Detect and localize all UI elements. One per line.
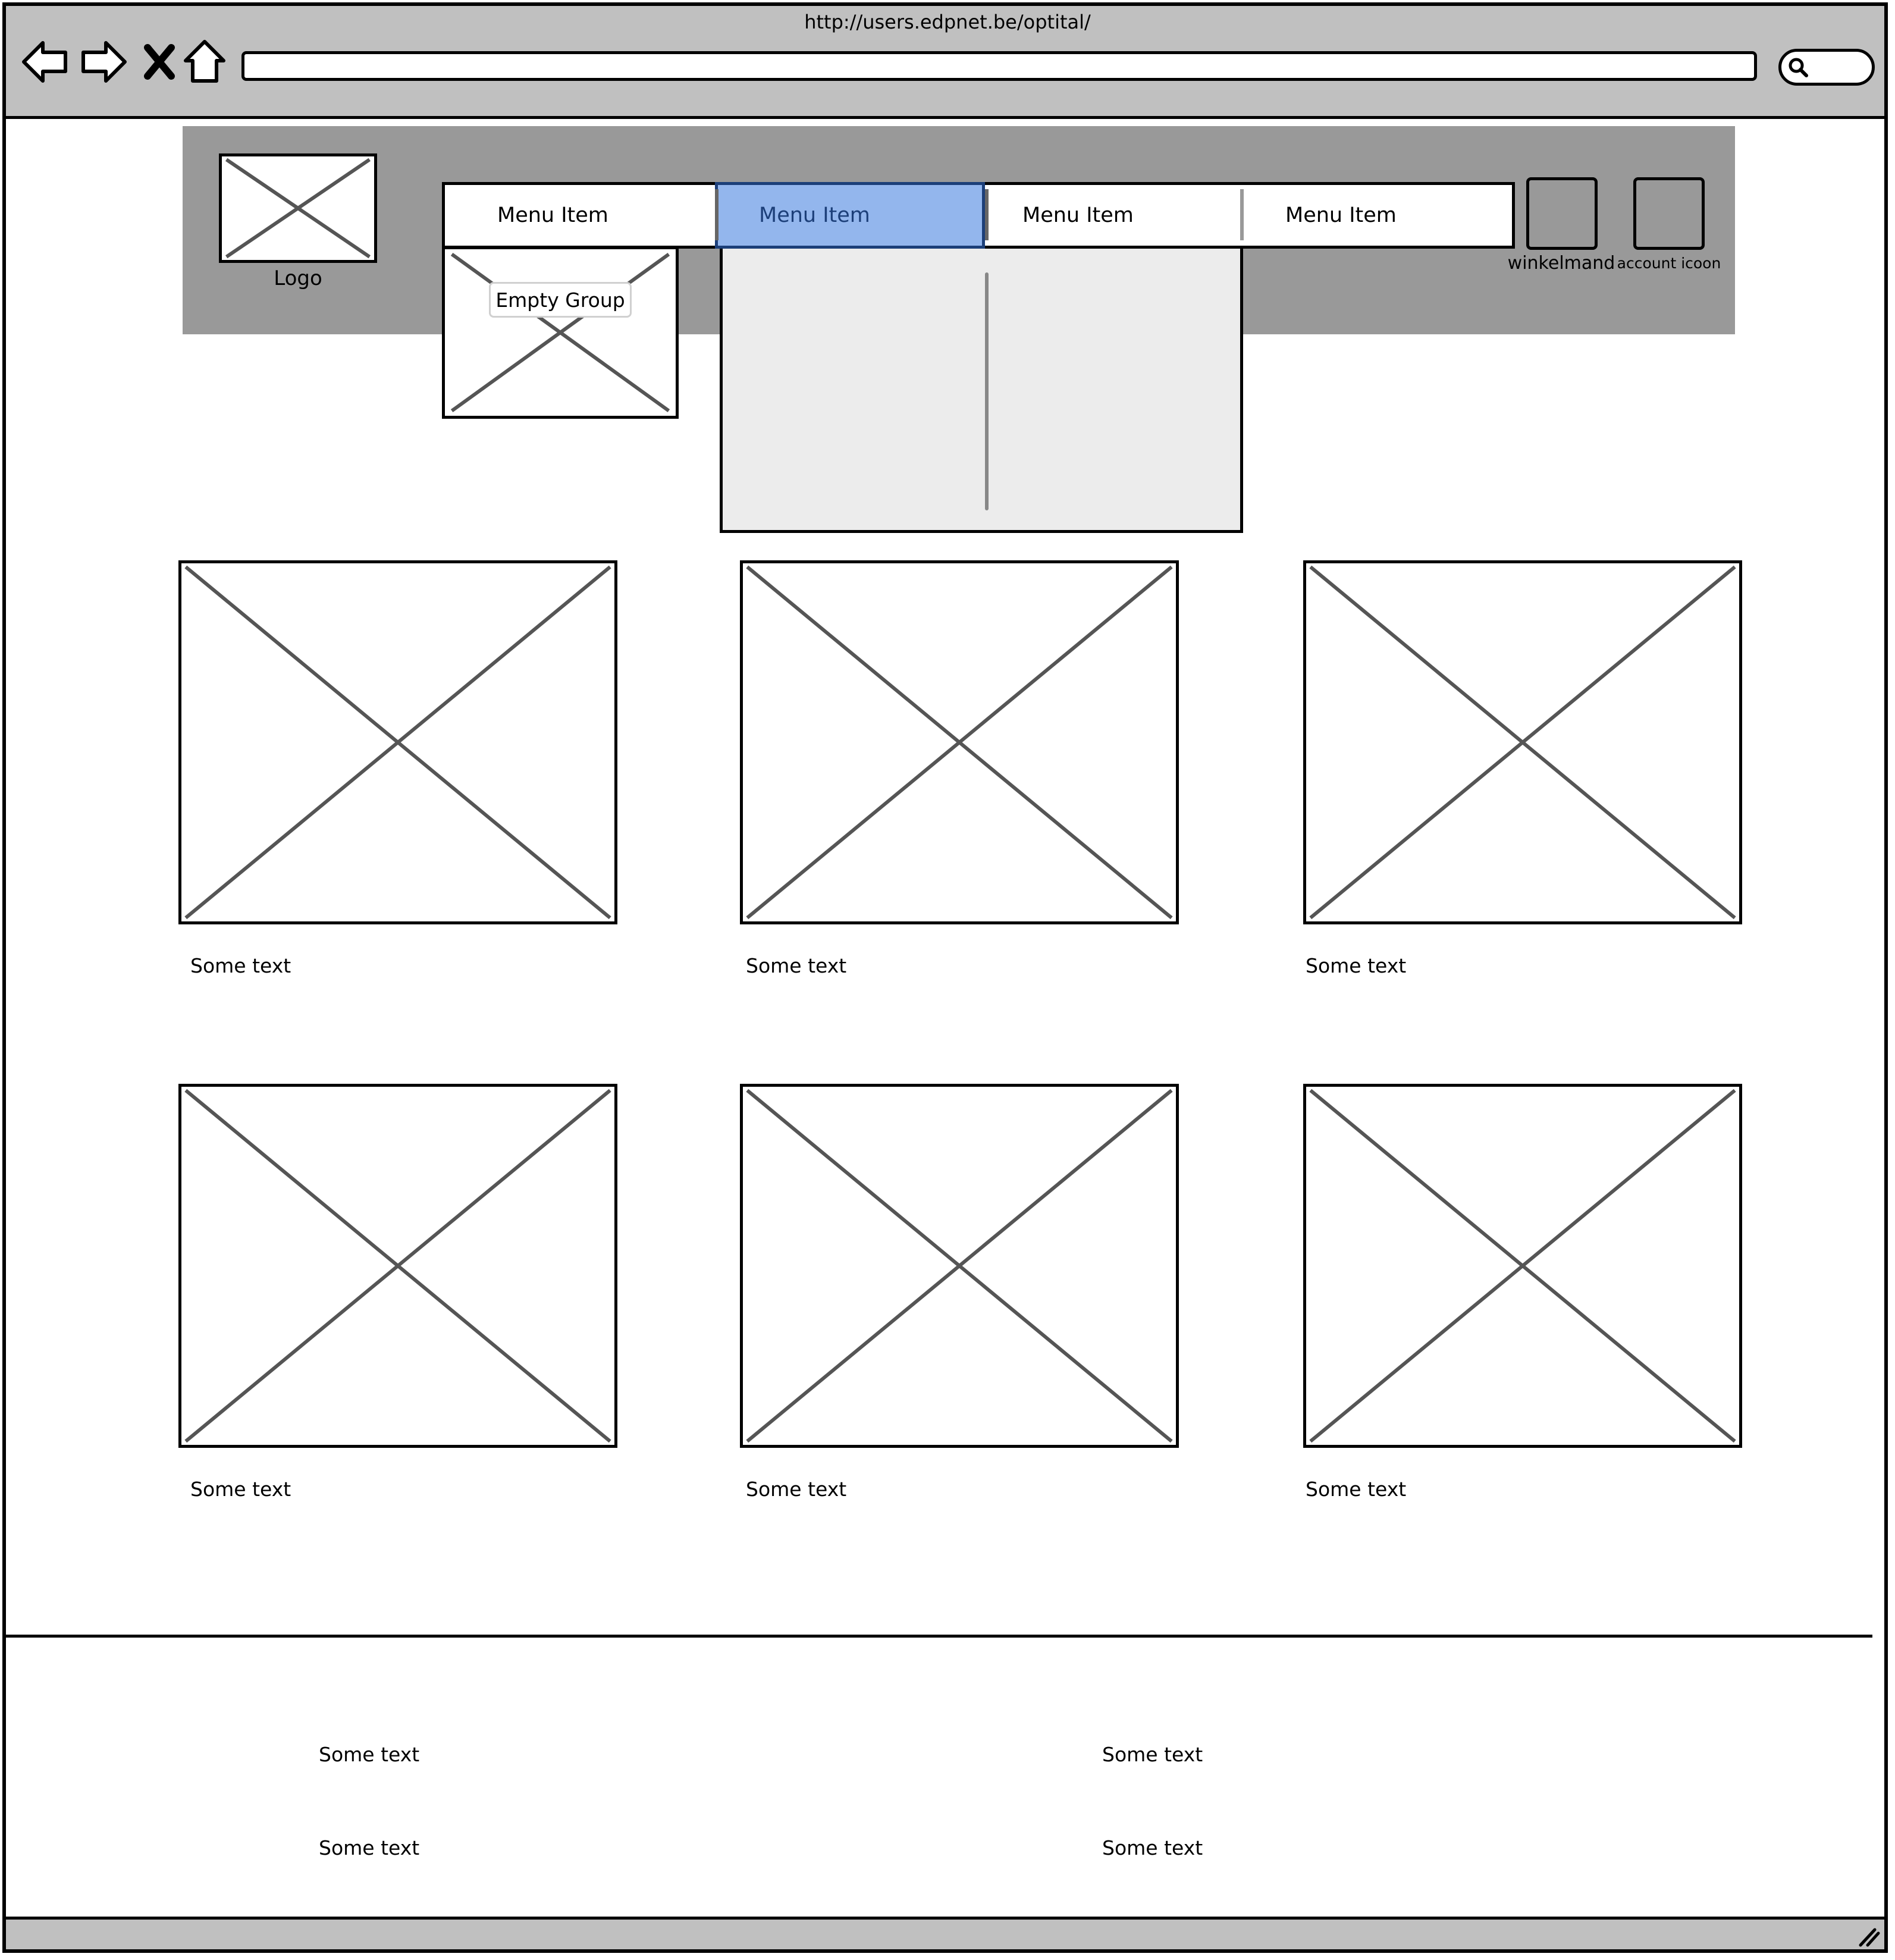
menu-item-3[interactable]: Menu Item: [1022, 185, 1134, 246]
page-url-title: http://users.edpnet.be/optital/: [804, 11, 1091, 33]
menu-dropdown-panel: [720, 249, 1243, 533]
dropdown-divider: [985, 272, 989, 510]
menu-separator: [715, 189, 719, 240]
menu-item-2[interactable]: Menu Item: [759, 185, 870, 246]
footer-text: Some text: [319, 1836, 420, 1859]
empty-group-label: Empty Group: [489, 282, 632, 318]
browser-status-bar: [2, 1917, 1888, 1953]
menu-separator: [985, 189, 989, 240]
home-icon[interactable]: [180, 37, 230, 87]
product-caption: Some text: [746, 954, 847, 977]
menu-separator: [1240, 189, 1244, 240]
product-image[interactable]: [178, 1084, 617, 1448]
resize-grip-icon[interactable]: [1857, 1926, 1881, 1948]
search-icon: [1789, 58, 1808, 77]
search-field[interactable]: [1778, 49, 1875, 86]
product-image[interactable]: [1303, 560, 1742, 924]
cart-icon[interactable]: [1526, 177, 1598, 250]
product-caption: Some text: [190, 1478, 291, 1501]
close-icon[interactable]: [134, 37, 184, 87]
logo-label: Logo: [274, 266, 322, 290]
footer-text: Some text: [1102, 1743, 1203, 1766]
menu-item-4[interactable]: Menu Item: [1285, 185, 1397, 246]
forward-arrow-icon[interactable]: [79, 37, 128, 87]
footer-text: Some text: [319, 1743, 420, 1766]
product-image[interactable]: [740, 1084, 1179, 1448]
menu-item-1[interactable]: Menu Item: [497, 185, 608, 246]
logo-image[interactable]: [219, 153, 377, 263]
product-caption: Some text: [1306, 954, 1407, 977]
cart-label: winkelmand: [1507, 253, 1615, 274]
product-caption: Some text: [746, 1478, 847, 1501]
account-label: account icoon: [1617, 255, 1721, 272]
product-image[interactable]: [740, 560, 1179, 924]
product-image[interactable]: [1303, 1084, 1742, 1448]
account-icon[interactable]: [1633, 177, 1705, 250]
product-caption: Some text: [190, 954, 291, 977]
product-caption: Some text: [1306, 1478, 1407, 1501]
product-image[interactable]: [178, 560, 617, 924]
submenu-image-placeholder: [442, 246, 679, 419]
back-arrow-icon[interactable]: [20, 37, 70, 87]
footer-text: Some text: [1102, 1836, 1203, 1859]
footer-divider: [5, 1635, 1872, 1638]
address-bar[interactable]: [241, 51, 1757, 81]
